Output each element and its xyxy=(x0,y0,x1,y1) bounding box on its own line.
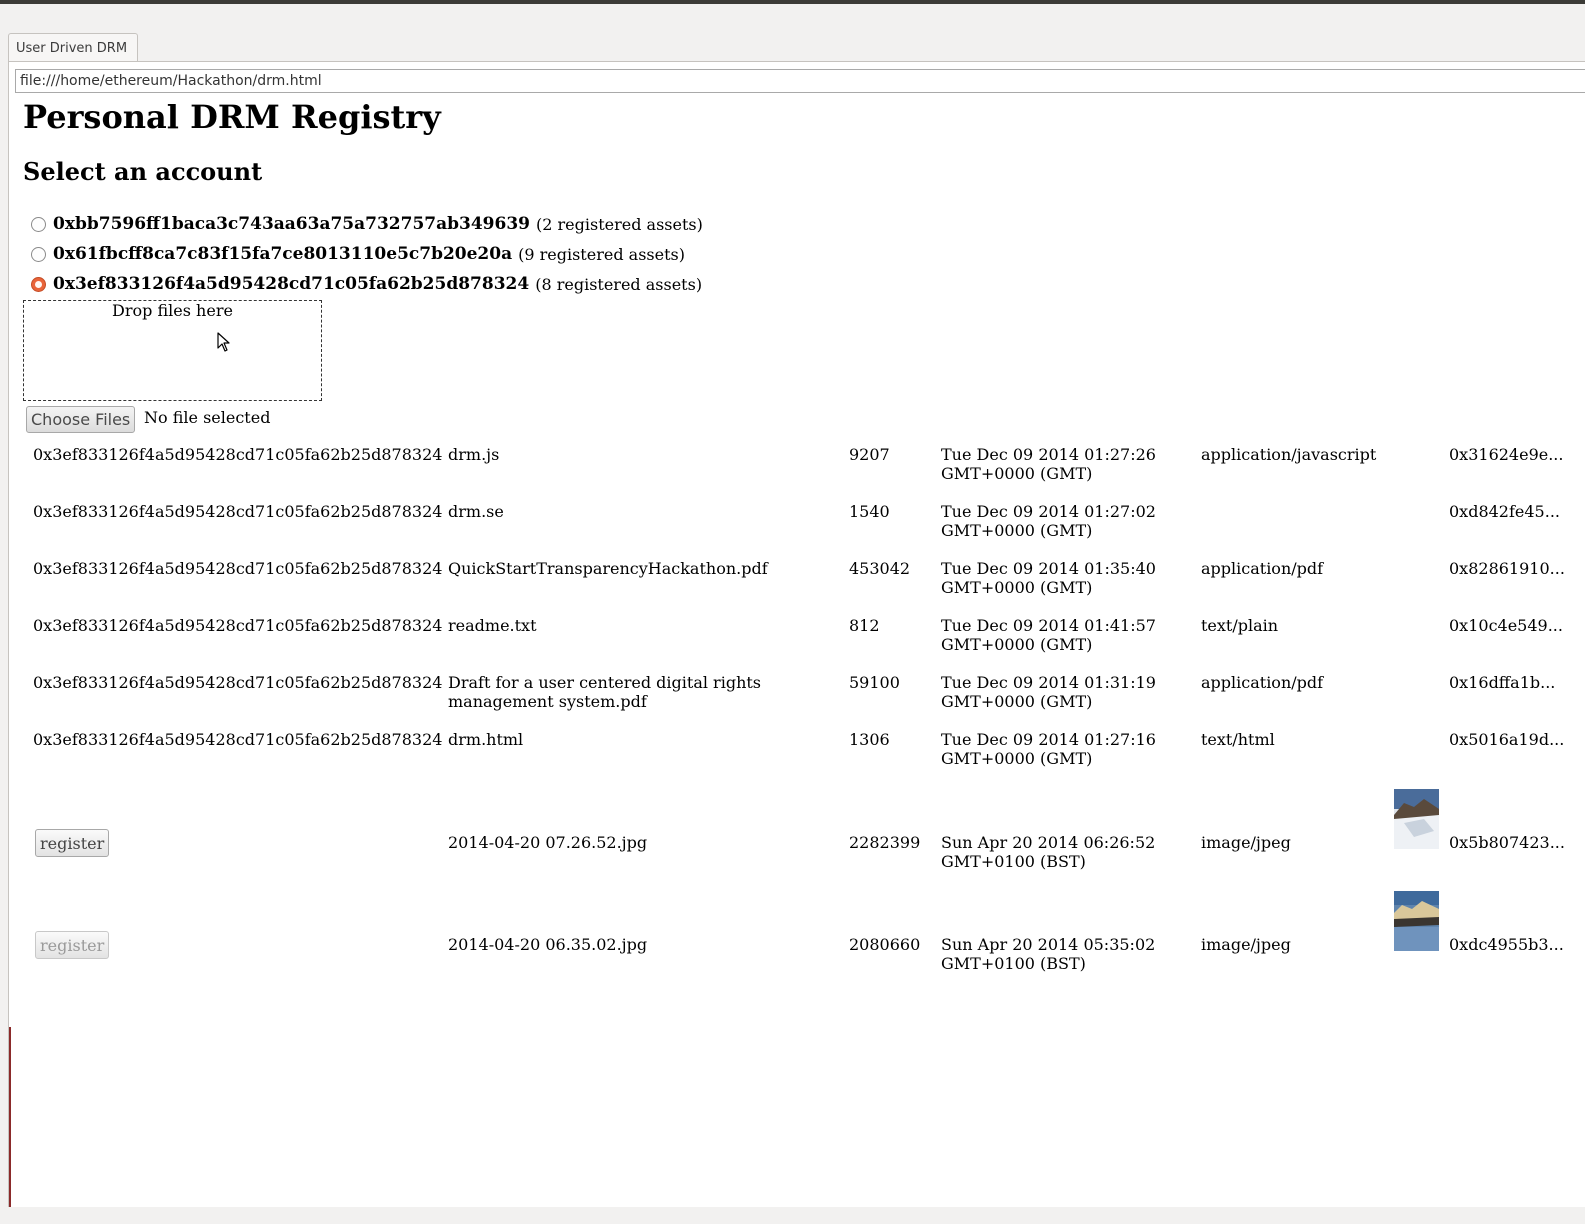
pending-size: 2282399 xyxy=(849,833,921,852)
pending-mime-type: image/jpeg xyxy=(1201,935,1291,954)
asset-date: Tue Dec 09 2014 01:27:26 xyxy=(941,445,1156,464)
asset-size: 59100 xyxy=(849,673,900,692)
mouse-pointer-icon xyxy=(217,332,230,352)
asset-date: Tue Dec 09 2014 01:27:02 xyxy=(941,502,1156,521)
pending-hash: 0xdc4955b3... xyxy=(1449,935,1564,954)
asset-timezone: GMT+0000 (GMT) xyxy=(941,464,1093,483)
asset-timezone: GMT+0000 (GMT) xyxy=(941,749,1093,768)
asset-owner: 0x3ef833126f4a5d95428cd71c05fa62b25d8783… xyxy=(33,445,443,464)
asset-hash: 0x82861910... xyxy=(1449,559,1565,578)
asset-hash: 0x10c4e549... xyxy=(1449,616,1563,635)
image-thumbnail xyxy=(1394,891,1439,951)
drop-zone-label: Drop files here xyxy=(112,301,233,320)
asset-hash: 0x16dffa1b... xyxy=(1449,673,1556,692)
asset-size: 812 xyxy=(849,616,880,635)
asset-date: Tue Dec 09 2014 01:41:57 xyxy=(941,616,1156,635)
pending-date: Sun Apr 20 2014 06:26:52 xyxy=(941,833,1156,852)
asset-owner: 0x3ef833126f4a5d95428cd71c05fa62b25d8783… xyxy=(33,559,443,578)
asset-owner: 0x3ef833126f4a5d95428cd71c05fa62b25d8783… xyxy=(33,502,443,521)
page-content: file:///home/ethereum/Hackathon/drm.html… xyxy=(8,62,1585,1207)
account-radio[interactable] xyxy=(31,246,46,262)
asset-date: Tue Dec 09 2014 01:31:19 xyxy=(941,673,1156,692)
asset-timezone: GMT+0000 (GMT) xyxy=(941,521,1093,540)
asset-size: 453042 xyxy=(849,559,911,578)
asset-timezone: GMT+0000 (GMT) xyxy=(941,578,1093,597)
account-option[interactable]: 0x3ef833126f4a5d95428cd71c05fa62b25d8783… xyxy=(31,272,702,296)
asset-hash: 0x5016a19d... xyxy=(1449,730,1565,749)
account-address: 0x3ef833126f4a5d95428cd71c05fa62b25d8783… xyxy=(53,274,530,294)
pending-size: 2080660 xyxy=(849,935,921,954)
asset-size: 9207 xyxy=(849,445,890,464)
account-asset-count: (8 registered assets) xyxy=(535,274,703,294)
asset-timezone: GMT+0000 (GMT) xyxy=(941,635,1093,654)
window-top-bar xyxy=(0,0,1585,4)
asset-owner: 0x3ef833126f4a5d95428cd71c05fa62b25d8783… xyxy=(33,616,443,635)
asset-mime-type: application/pdf xyxy=(1201,673,1324,692)
page-title: Personal DRM Registry xyxy=(23,98,441,136)
url-field[interactable]: file:///home/ethereum/Hackathon/drm.html xyxy=(15,69,1585,93)
asset-date: Tue Dec 09 2014 01:35:40 xyxy=(941,559,1156,578)
account-asset-count: (2 registered assets) xyxy=(536,214,703,234)
asset-owner: 0x3ef833126f4a5d95428cd71c05fa62b25d8783… xyxy=(33,673,443,692)
asset-filename: drm.html xyxy=(448,730,524,749)
asset-size: 1306 xyxy=(849,730,890,749)
asset-filename: drm.js xyxy=(448,445,500,464)
register-button-disabled[interactable]: register xyxy=(35,931,110,959)
pending-filename: 2014-04-20 07.26.52.jpg xyxy=(448,833,648,852)
asset-owner: 0x3ef833126f4a5d95428cd71c05fa62b25d8783… xyxy=(33,730,443,749)
left-edge-accent xyxy=(9,1027,11,1207)
image-thumbnail xyxy=(1394,789,1439,849)
asset-filename: QuickStartTransparencyHackathon.pdf xyxy=(448,559,768,578)
asset-mime-type: text/plain xyxy=(1201,616,1279,635)
account-option[interactable]: 0x61fbcff8ca7c83f15fa7ce8013110e5c7b20e2… xyxy=(31,242,685,266)
asset-timezone: GMT+0000 (GMT) xyxy=(941,692,1093,711)
asset-hash: 0xd842fe45... xyxy=(1449,502,1560,521)
asset-filename: Draft for a user centered digital rights… xyxy=(448,673,762,711)
asset-mime-type: text/html xyxy=(1201,730,1275,749)
account-section-heading: Select an account xyxy=(23,157,263,186)
pending-timezone: GMT+0100 (BST) xyxy=(941,954,1086,973)
pending-hash: 0x5b807423... xyxy=(1449,833,1565,852)
pending-filename: 2014-04-20 06.35.02.jpg xyxy=(448,935,648,954)
pending-timezone: GMT+0100 (BST) xyxy=(941,852,1086,871)
pending-date: Sun Apr 20 2014 05:35:02 xyxy=(941,935,1156,954)
choose-files-button[interactable]: Choose Files xyxy=(26,406,136,433)
asset-size: 1540 xyxy=(849,502,890,521)
asset-mime-type: application/pdf xyxy=(1201,559,1324,578)
asset-filename: drm.se xyxy=(448,502,504,521)
account-option[interactable]: 0xbb7596ff1baca3c743aa63a75a732757ab3496… xyxy=(31,212,703,236)
account-radio-selected[interactable] xyxy=(31,276,46,292)
asset-date: Tue Dec 09 2014 01:27:16 xyxy=(941,730,1156,749)
account-asset-count: (9 registered assets) xyxy=(518,244,685,264)
account-radio[interactable] xyxy=(31,216,46,232)
tab-user-driven-drm[interactable]: User Driven DRM xyxy=(8,33,138,62)
file-drop-zone[interactable]: Drop files here xyxy=(23,300,322,401)
file-selection-status: No file selected xyxy=(144,408,271,427)
asset-filename: readme.txt xyxy=(448,616,537,635)
account-address: 0x61fbcff8ca7c83f15fa7ce8013110e5c7b20e2… xyxy=(53,244,513,264)
pending-mime-type: image/jpeg xyxy=(1201,833,1291,852)
account-address: 0xbb7596ff1baca3c743aa63a75a732757ab3496… xyxy=(53,214,530,234)
asset-mime-type: application/javascript xyxy=(1201,445,1377,464)
register-button[interactable]: register xyxy=(35,829,110,857)
asset-hash: 0x31624e9e... xyxy=(1449,445,1564,464)
